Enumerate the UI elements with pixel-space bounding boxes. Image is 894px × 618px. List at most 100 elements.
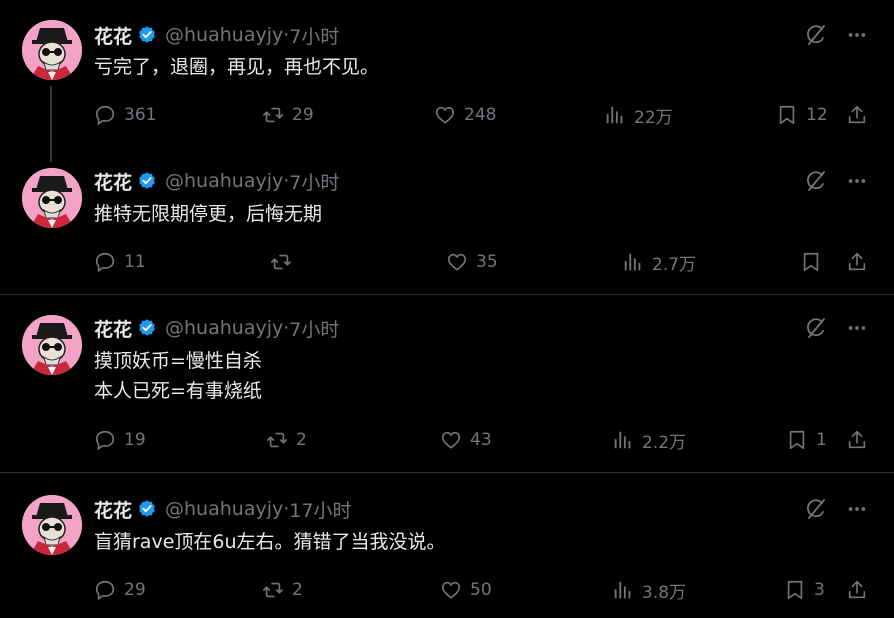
heart-icon (434, 104, 456, 126)
share-button[interactable] (846, 429, 868, 451)
reply-button[interactable]: 19 (94, 427, 146, 453)
more-icon[interactable] (846, 317, 868, 339)
share-icon (846, 430, 868, 455)
grok-icon[interactable] (804, 497, 828, 521)
bookmark-icon (776, 104, 798, 126)
author-name[interactable]: 花花 (94, 22, 132, 49)
views-button[interactable]: 22万 (604, 102, 673, 128)
author-handle[interactable]: @huahuayjy (165, 317, 283, 339)
retweet-icon (270, 251, 292, 273)
tweet-header: 花花 @huahuayjy · 7小时 (94, 22, 339, 48)
like-count: 35 (476, 252, 498, 272)
bookmark-button[interactable]: 1 (786, 427, 827, 453)
like-button[interactable]: 35 (446, 249, 498, 275)
share-icon (846, 105, 868, 130)
reply-icon (94, 579, 116, 601)
avatar[interactable] (22, 20, 82, 80)
views-icon (612, 579, 634, 601)
author-handle[interactable]: @huahuayjy (165, 24, 283, 46)
verified-badge-icon (137, 499, 157, 519)
like-button[interactable]: 43 (440, 427, 492, 453)
avatar[interactable] (22, 315, 82, 375)
retweet-count: 29 (292, 105, 314, 125)
reply-count: 19 (124, 430, 146, 450)
more-icon[interactable] (846, 24, 868, 46)
thread-connector (50, 86, 52, 162)
bookmark-icon (800, 251, 822, 273)
more-icon[interactable] (846, 498, 868, 520)
share-icon (846, 252, 868, 277)
reply-icon (94, 251, 116, 273)
tweet-header: 花花 @huahuayjy · 17小时 (94, 496, 351, 522)
retweet-count: 2 (296, 430, 307, 450)
bookmark-count: 3 (814, 580, 825, 600)
bookmark-count: 1 (816, 430, 827, 450)
share-button[interactable] (846, 579, 868, 601)
retweet-icon (262, 579, 284, 601)
timestamp[interactable]: 17小时 (289, 496, 351, 523)
views-icon (622, 251, 644, 273)
tweet-header: 花花 @huahuayjy · 7小时 (94, 315, 339, 341)
reply-button[interactable]: 361 (94, 102, 156, 128)
views-icon (612, 429, 634, 451)
views-button[interactable]: 3.8万 (612, 577, 686, 603)
retweet-count: 2 (292, 580, 303, 600)
views-button[interactable]: 2.2万 (612, 427, 686, 453)
verified-badge-icon (137, 171, 157, 191)
reply-count: 29 (124, 580, 146, 600)
retweet-icon (262, 104, 284, 126)
timestamp[interactable]: 7小时 (289, 168, 339, 195)
author-name[interactable]: 花花 (94, 496, 132, 523)
retweet-button[interactable]: 29 (262, 102, 314, 128)
heart-icon (446, 251, 468, 273)
views-count: 2.2万 (642, 432, 687, 453)
bookmark-button[interactable]: 12 (776, 102, 828, 128)
bookmark-button[interactable] (800, 249, 830, 275)
timestamp[interactable]: 7小时 (289, 315, 339, 342)
grok-icon[interactable] (804, 23, 828, 47)
like-button[interactable]: 50 (440, 577, 492, 603)
avatar[interactable] (22, 495, 82, 555)
views-icon (604, 104, 626, 126)
reply-icon (94, 104, 116, 126)
author-name[interactable]: 花花 (94, 168, 132, 195)
like-button[interactable]: 248 (434, 102, 496, 128)
grok-icon[interactable] (804, 169, 828, 193)
share-button[interactable] (846, 104, 868, 126)
reply-button[interactable]: 29 (94, 577, 146, 603)
share-button[interactable] (846, 251, 868, 273)
retweet-button[interactable]: 2 (262, 577, 303, 603)
retweet-button[interactable] (270, 249, 300, 275)
like-count: 43 (470, 430, 492, 450)
avatar[interactable] (22, 168, 82, 228)
tweet-header: 花花 @huahuayjy · 7小时 (94, 168, 339, 194)
views-button[interactable]: 2.7万 (622, 249, 696, 275)
tweet-text: 盲猜rave顶在6u左右。猜错了当我没说。 (94, 531, 446, 553)
bookmark-icon (786, 429, 808, 451)
bookmark-button[interactable]: 3 (784, 577, 825, 603)
views-count: 3.8万 (642, 582, 687, 603)
tweet-divider (0, 294, 894, 295)
like-count: 248 (464, 105, 497, 125)
verified-badge-icon (137, 25, 157, 45)
more-icon[interactable] (846, 170, 868, 192)
bookmark-icon (784, 579, 806, 601)
share-icon (846, 580, 868, 605)
reply-icon (94, 429, 116, 451)
verified-badge-icon (137, 318, 157, 338)
tweet-divider (0, 472, 894, 473)
heart-icon (440, 579, 462, 601)
timestamp[interactable]: 7小时 (289, 22, 339, 49)
reply-count: 11 (124, 252, 146, 272)
reply-button[interactable]: 11 (94, 249, 146, 275)
author-handle[interactable]: @huahuayjy (165, 170, 283, 192)
views-count: 2.7万 (652, 254, 697, 275)
tweet-text: 推特无限期停更，后悔无期 (94, 203, 323, 225)
bookmark-count: 12 (806, 105, 828, 125)
like-count: 50 (470, 580, 492, 600)
retweet-icon (266, 429, 288, 451)
grok-icon[interactable] (804, 316, 828, 340)
author-name[interactable]: 花花 (94, 315, 132, 342)
author-handle[interactable]: @huahuayjy (165, 498, 283, 520)
retweet-button[interactable]: 2 (266, 427, 307, 453)
